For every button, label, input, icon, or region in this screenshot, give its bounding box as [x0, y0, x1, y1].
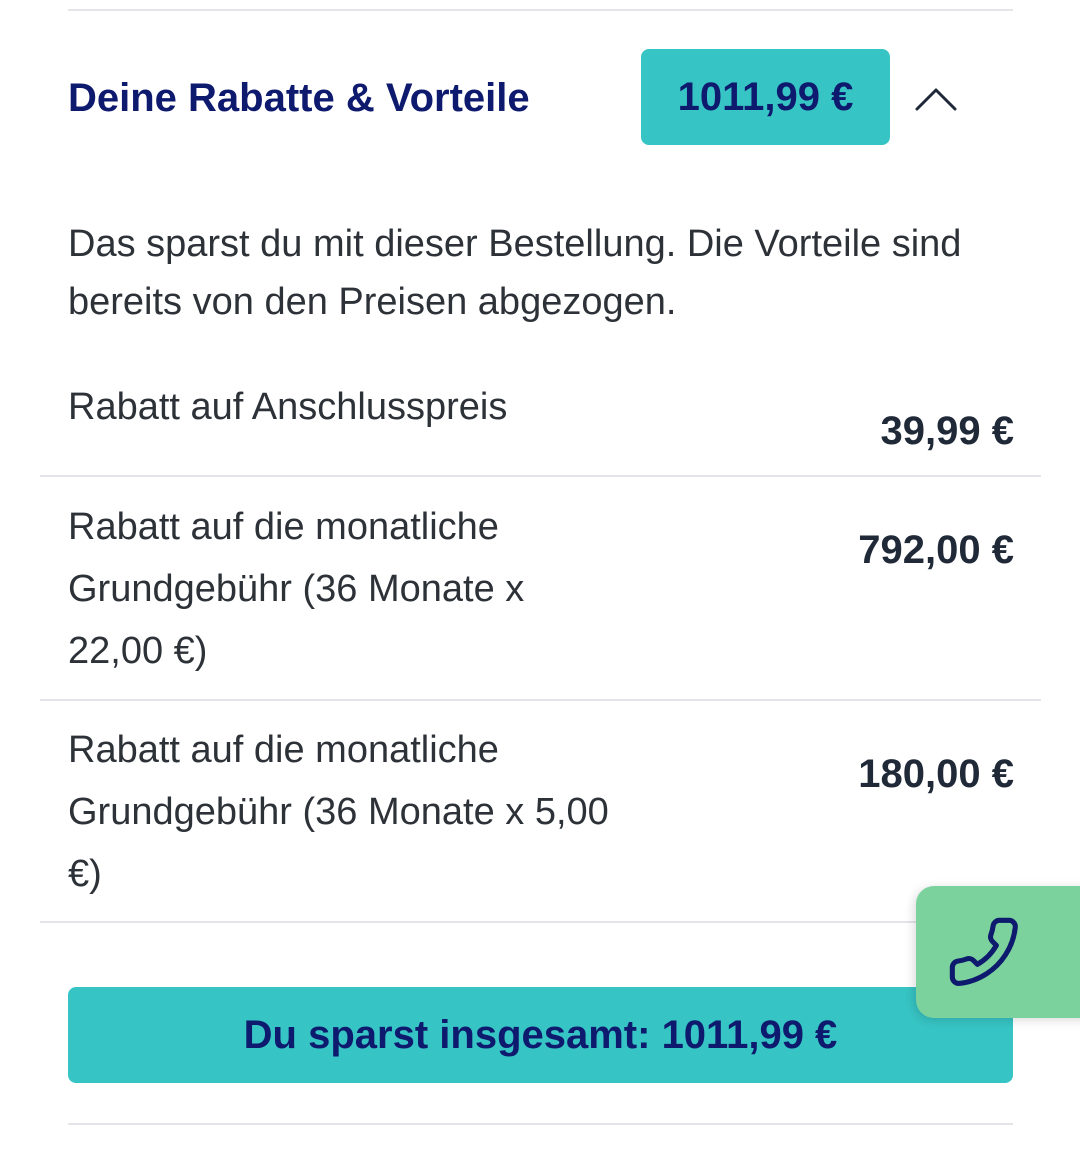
item-divider [40, 699, 1041, 701]
discount-item-label: Rabatt auf die monatliche Grundgebühr (3… [68, 506, 525, 672]
item-divider [40, 921, 1041, 923]
discount-item-amount: 180,00 € [858, 752, 1014, 796]
phone-icon [949, 917, 1018, 986]
discount-item-amount: 792,00 € [858, 528, 1014, 572]
discount-item-amount: 39,99 € [880, 409, 1014, 453]
total-savings-summary: Du sparst insgesamt: 1011,99 € [68, 987, 1013, 1083]
collapse-toggle-button[interactable] [910, 72, 962, 124]
bottom-divider [68, 1123, 1013, 1125]
call-button[interactable] [916, 886, 1080, 1018]
top-divider [68, 9, 1013, 11]
discount-item-label: Rabatt auf die monatliche Grundgebühr (3… [68, 729, 609, 895]
chevron-up-icon [915, 88, 957, 111]
section-title: Deine Rabatte & Vorteile [68, 76, 530, 120]
intro-text: Das sparst du mit dieser Bestellung. Die… [68, 223, 962, 323]
item-divider [40, 475, 1041, 477]
discount-item-label: Rabatt auf Anschlusspreis [68, 386, 508, 428]
total-savings-badge: 1011,99 € [641, 49, 890, 145]
